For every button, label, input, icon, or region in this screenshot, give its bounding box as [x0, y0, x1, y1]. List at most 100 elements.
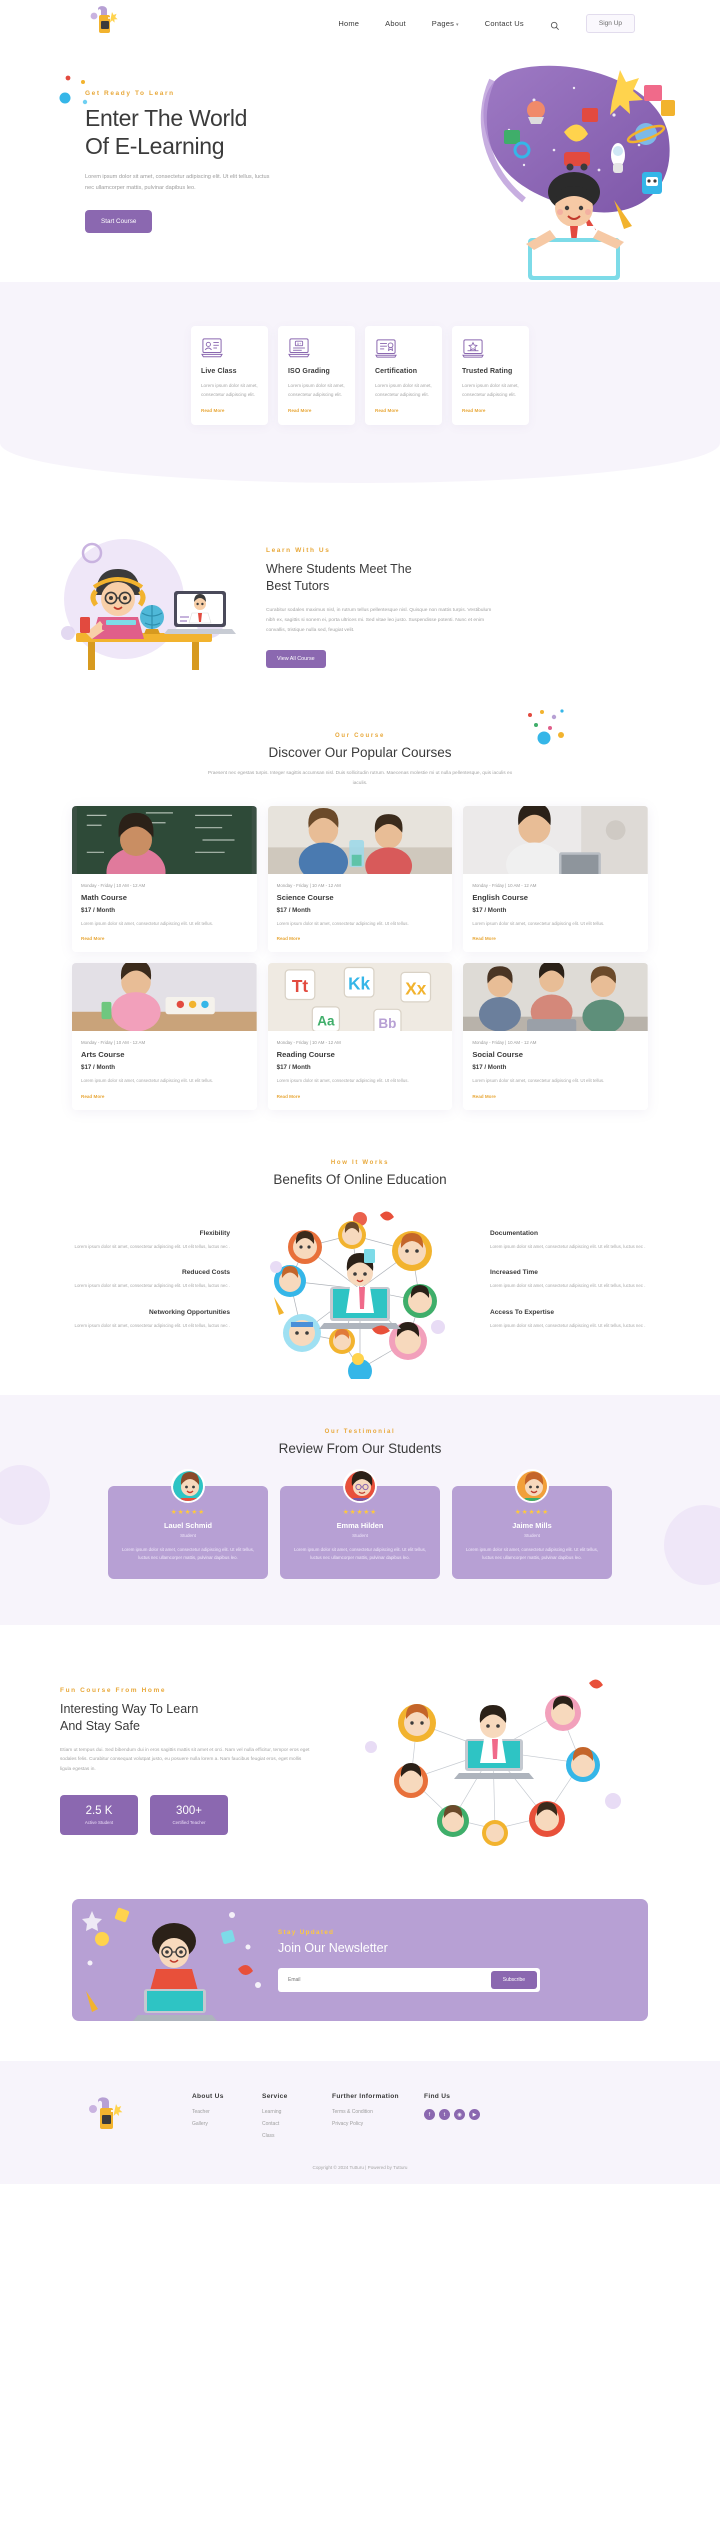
rating-stars: ★★★★★	[514, 1508, 550, 1516]
read-more-link[interactable]: Read More	[375, 408, 432, 413]
course-name: Reading Course	[276, 1050, 335, 1060]
hero-title-line2: Of E-Learning	[85, 133, 225, 160]
nav-item-contact-us[interactable]: Contact Us	[485, 19, 524, 28]
course-meta: Monday - Friday | 10 AM - 12 AM	[81, 883, 146, 889]
search-icon[interactable]	[550, 18, 560, 30]
course-meta: Monday - Friday | 10 AM - 12 AM	[472, 1040, 537, 1046]
testimonial-text: Lorem ipsum dolor sit amet, consectetur …	[465, 1546, 599, 1561]
footer-link-privacy-policy[interactable]: Privacy Policy	[332, 2121, 416, 2127]
course-card-science[interactable]: Monday - Friday | 10 AM - 12 AM Science …	[267, 806, 453, 953]
tutors-copy: Learn With Us Where Students Meet The Be…	[266, 541, 501, 668]
safe-copy: Fun Course From Home Interesting Way To …	[60, 1687, 310, 1836]
landing-page: Home About Pages ▾ Contact Us Sign Up Get…	[0, 0, 720, 2184]
read-more-link[interactable]: Read More	[472, 1094, 639, 1099]
nav-label: Contact Us	[484, 18, 524, 28]
course-card-reading[interactable]: Tt Kk Xx Aa Bb Monday - Friday | 10 AM -…	[267, 963, 453, 1110]
stat-label: Active Student	[84, 1820, 114, 1826]
benefits-eyebrow: How It Works	[330, 1159, 390, 1166]
nav-item-home[interactable]: Home	[338, 19, 359, 28]
footer-link-class[interactable]: Class	[262, 2133, 324, 2139]
course-body: Monday - Friday | 10 AM - 12 AM Arts Cou…	[72, 1031, 257, 1109]
svg-text:Kk: Kk	[348, 974, 370, 994]
course-card-math[interactable]: Monday - Friday | 10 AM - 12 AM Math Cou…	[72, 806, 257, 953]
email-field[interactable]	[281, 1971, 491, 1988]
benefit-title: Access To Expertise	[490, 1308, 555, 1316]
hero-paragraph: Lorem ipsum dolor sit amet, consectetur …	[85, 174, 270, 191]
course-meta: Monday - Friday | 10 AM - 12 AM	[276, 1040, 341, 1046]
footer-column-further-information: Further Information Terms & Condition Pr…	[332, 2093, 416, 2145]
read-more-link[interactable]: Read More	[288, 408, 345, 413]
read-more-link[interactable]: Read More	[462, 408, 519, 413]
newsletter-banner: Stay Updated Join Our Newsletter Subscri…	[72, 1899, 648, 2021]
course-name: Math Course	[81, 893, 127, 903]
tutturu-logo[interactable]	[85, 3, 125, 43]
benefit-networking-opportunities: Networking Opportunities Lorem ipsum dol…	[60, 1309, 230, 1330]
feature-card-certification[interactable]: Certification Lorem ipsum dolor sit amet…	[365, 326, 442, 426]
nav-label: Pages	[431, 18, 455, 28]
feature-desc: Lorem ipsum dolor sit amet, consectetur …	[201, 383, 258, 397]
course-name: Science Course	[276, 893, 334, 903]
course-price: $17 / Month	[81, 1064, 116, 1072]
testimonial-name: Jaime Mills	[512, 1520, 552, 1530]
course-desc: Lorem ipsum dolor sit amet, consectetur …	[472, 1078, 605, 1084]
testimonial-text: Lorem ipsum dolor sit amet, consectetur …	[293, 1546, 427, 1561]
nav-item-about[interactable]: About	[385, 19, 406, 28]
benefits-title: Benefits Of Online Education	[273, 1171, 447, 1187]
tutturu-footer-logo[interactable]	[84, 2093, 128, 2139]
course-card-arts[interactable]: Monday - Friday | 10 AM - 12 AM Arts Cou…	[72, 963, 257, 1110]
course-image-reading: Tt Kk Xx Aa Bb	[267, 963, 453, 1032]
footer-heading: Find Us	[424, 2093, 451, 2100]
twitter-icon[interactable]: t	[439, 2109, 450, 2120]
benefit-flexibility: Flexibility Lorem ipsum dolor sit amet, …	[60, 1230, 230, 1251]
sign-up-button[interactable]: Sign Up	[585, 13, 635, 33]
course-image-arts	[72, 963, 257, 1032]
footer-link-terms-condition[interactable]: Terms & Condition	[332, 2109, 416, 2115]
safe-paragraph: Etiam ut tempus dui. Sed bibendum dui in…	[60, 1747, 310, 1773]
course-image-social	[463, 963, 648, 1032]
footer-link-contact[interactable]: Contact	[262, 2121, 324, 2127]
testimonial-card-jaime-mills[interactable]: ★★★★★ Jaime Mills Student Lorem ipsum do…	[452, 1468, 612, 1579]
footer-link-gallery[interactable]: Gallery	[192, 2121, 254, 2127]
view-all-course-button[interactable]: View All Course	[266, 649, 326, 668]
benefit-desc: Lorem ipsum dolor sit amet, consectetur …	[74, 1322, 230, 1328]
read-more-link[interactable]: Read More	[201, 408, 258, 413]
live-class-icon	[201, 338, 223, 358]
read-more-link[interactable]: Read More	[277, 936, 444, 941]
course-name: English Course	[472, 893, 529, 903]
subscribe-button[interactable]: Subscribe	[490, 1970, 537, 1989]
read-more-link[interactable]: Read More	[81, 936, 248, 941]
svg-text:Xx: Xx	[405, 979, 426, 999]
course-meta: Monday - Friday | 10 AM - 12 AM	[472, 883, 537, 889]
benefit-title: Documentation	[490, 1229, 538, 1237]
nav-item-pages[interactable]: Pages ▾	[432, 19, 459, 28]
benefit-title: Flexibility	[199, 1229, 230, 1237]
course-card-english[interactable]: Monday - Friday | 10 AM - 12 AM English …	[463, 806, 648, 953]
youtube-icon[interactable]: ▶	[469, 2109, 480, 2120]
benefits-grid: Flexibility Lorem ipsum dolor sit amet, …	[0, 1187, 720, 1383]
benefit-documentation: Documentation Lorem ipsum dolor sit amet…	[490, 1230, 660, 1251]
testimonial-card-emma-hilden[interactable]: ★★★★★ Emma Hilden Student Lorem ipsum do…	[280, 1468, 440, 1579]
course-price: $17 / Month	[81, 907, 116, 915]
read-more-link[interactable]: Read More	[81, 1094, 248, 1099]
testimonials-grid: ★★★★★ Lauel Schmid Student Lorem ipsum d…	[0, 1456, 720, 1579]
course-body: Monday - Friday | 10 AM - 12 AM Science …	[268, 874, 453, 952]
feature-card-trusted-rating[interactable]: Trusted Rating Lorem ipsum dolor sit ame…	[452, 326, 529, 426]
newsletter-copy: Stay Updated Join Our Newsletter Subscri…	[272, 1929, 562, 1992]
start-course-button[interactable]: Start Course	[85, 209, 153, 233]
feature-card-live-class[interactable]: Live Class Lorem ipsum dolor sit amet, c…	[191, 326, 268, 426]
footer-link-teacher[interactable]: Teacher	[192, 2109, 254, 2115]
benefit-reduced-costs: Reduced Costs Lorem ipsum dolor sit amet…	[60, 1269, 230, 1290]
facebook-icon[interactable]: f	[424, 2109, 435, 2120]
testimonial-card-lauel-schmid[interactable]: ★★★★★ Lauel Schmid Student Lorem ipsum d…	[108, 1468, 268, 1579]
courses-section: Our Course Discover Our Popular Courses …	[0, 699, 720, 1119]
benefit-title: Networking Opportunities	[149, 1308, 230, 1316]
read-more-link[interactable]: Read More	[277, 1094, 444, 1099]
footer-link-learning[interactable]: Learning	[262, 2109, 324, 2115]
read-more-link[interactable]: Read More	[472, 936, 639, 941]
hero-illustration	[414, 60, 714, 295]
course-price: $17 / Month	[276, 907, 311, 915]
course-card-social[interactable]: Monday - Friday | 10 AM - 12 AM Social C…	[463, 963, 648, 1110]
instagram-icon[interactable]: ◉	[454, 2109, 465, 2120]
feature-card-iso-grading[interactable]: A+ ISO Grading Lorem ipsum dolor sit ame…	[278, 326, 355, 426]
tutor-illustration	[50, 529, 260, 679]
